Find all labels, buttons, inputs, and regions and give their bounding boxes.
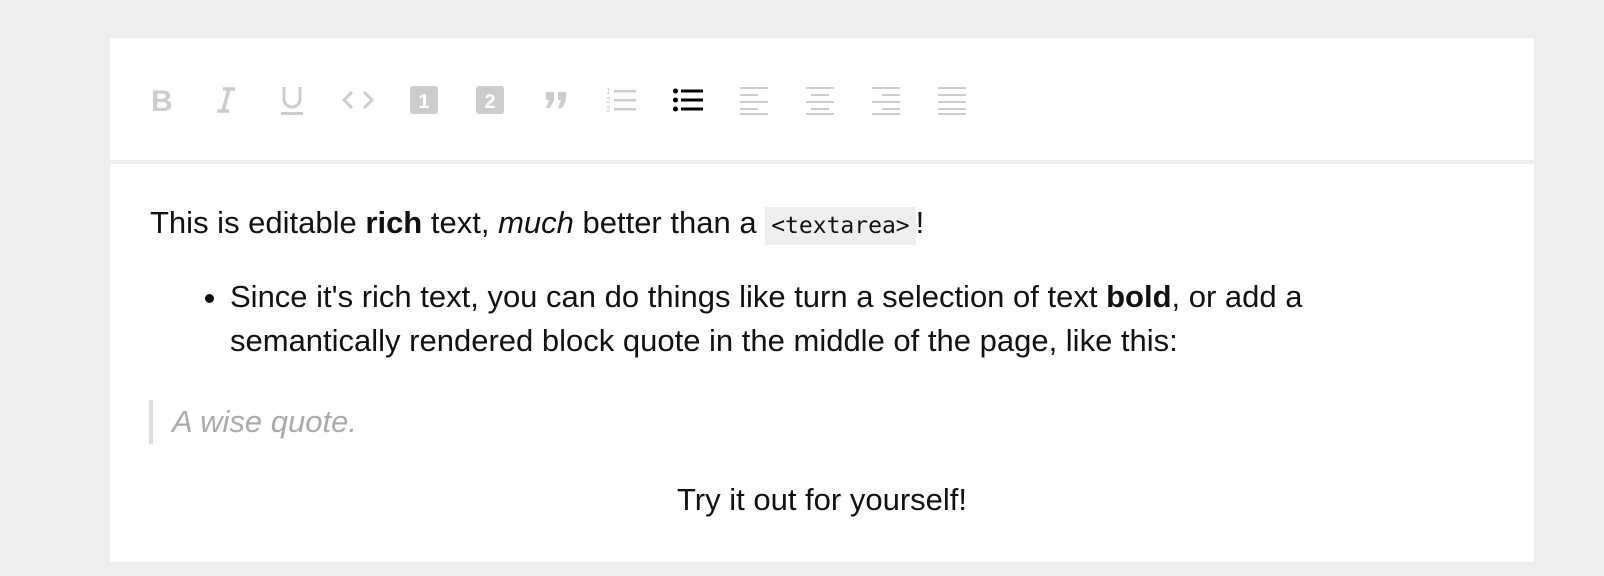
align-left-icon: [740, 87, 768, 115]
bulleted-list: Since it's rich text, you can do things …: [190, 275, 1370, 363]
svg-text:3: 3: [606, 105, 611, 114]
format-italic-icon: [217, 87, 235, 113]
inline-code: <textarea>: [765, 207, 916, 245]
align-center-button[interactable]: [803, 83, 837, 117]
paragraph-text: !: [915, 205, 925, 240]
italic-text: much: [498, 205, 574, 240]
bulleted-list-icon: [673, 88, 703, 112]
heading-one-icon: 1: [410, 86, 438, 114]
align-right-icon: [872, 87, 900, 115]
heading-one-button[interactable]: 1: [407, 83, 441, 117]
align-left-button[interactable]: [737, 83, 771, 117]
paragraph-text: This is editable: [150, 205, 366, 240]
code-button[interactable]: [341, 83, 375, 117]
numbered-list-icon: 1 2 3: [606, 87, 636, 114]
rich-text-editor: B 1 2 1 2 3 This is editable rich text, …: [110, 38, 1534, 562]
align-justify-button[interactable]: [935, 83, 969, 117]
svg-text:1: 1: [606, 87, 611, 96]
editor-toolbar: B 1 2 1 2 3: [110, 38, 1534, 164]
align-justify-icon: [938, 87, 966, 115]
svg-text:2: 2: [484, 91, 495, 113]
bold-text: rich: [365, 205, 423, 240]
paragraph[interactable]: This is editable rich text, much better …: [150, 201, 924, 248]
centered-paragraph[interactable]: Try it out for yourself!: [110, 478, 1534, 522]
underline-button[interactable]: [275, 83, 309, 117]
code-icon: [342, 90, 374, 110]
italic-button[interactable]: [209, 83, 243, 117]
list-item[interactable]: Since it's rich text, you can do things …: [230, 275, 1370, 363]
svg-text:B: B: [151, 85, 173, 115]
numbered-list-button[interactable]: 1 2 3: [605, 83, 639, 117]
format-underline-icon: [281, 87, 303, 115]
block-quote[interactable]: A wise quote.: [149, 400, 357, 444]
align-center-icon: [806, 87, 834, 115]
list-item-text: Since it's rich text, you can do things …: [230, 279, 1107, 314]
format-quote-icon: [546, 92, 566, 108]
paragraph-text: text,: [422, 205, 499, 240]
svg-text:1: 1: [418, 91, 429, 113]
align-right-button[interactable]: [869, 83, 903, 117]
heading-two-button[interactable]: 2: [473, 83, 507, 117]
block-quote-button[interactable]: [539, 83, 573, 117]
format-bold-icon: B: [151, 85, 173, 115]
bulleted-list-button[interactable]: [671, 83, 705, 117]
bold-text: bold: [1106, 279, 1172, 314]
paragraph-text: better than a: [573, 205, 766, 240]
heading-two-icon: 2: [476, 86, 504, 114]
bold-button[interactable]: B: [144, 83, 178, 117]
svg-text:2: 2: [606, 96, 611, 105]
